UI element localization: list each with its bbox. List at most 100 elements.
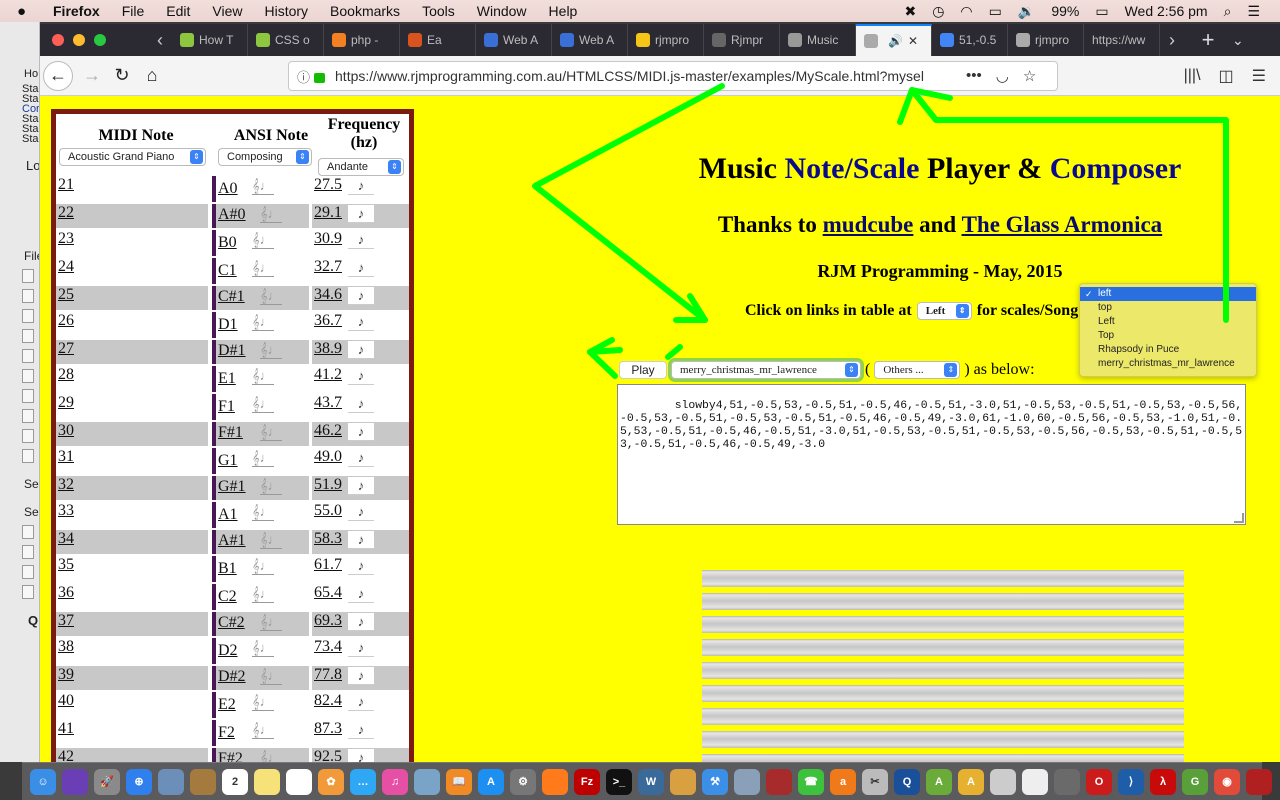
- frequency-link[interactable]: 29.1: [314, 204, 342, 221]
- firefox-icon[interactable]: [542, 768, 568, 795]
- ansi-note-link[interactable]: G1: [218, 452, 238, 469]
- treble-staff-icon[interactable]: 𝄞♩: [260, 669, 282, 685]
- play-note-icon[interactable]: ♪: [348, 287, 374, 305]
- browser-tab[interactable]: Ea: [400, 24, 476, 56]
- vscode-icon[interactable]: ⟩: [1118, 768, 1144, 795]
- coteditor-icon[interactable]: W: [638, 768, 664, 795]
- play-note-icon[interactable]: ♪: [348, 367, 374, 385]
- treble-staff-icon[interactable]: 𝄞♩: [260, 343, 282, 359]
- library-icon[interactable]: |||\: [1184, 67, 1201, 85]
- avast-icon[interactable]: a: [830, 768, 856, 795]
- ansi-note-link[interactable]: D#2: [218, 668, 246, 685]
- gimp-helper-icon[interactable]: [990, 768, 1016, 795]
- browser-tab[interactable]: php -: [324, 24, 400, 56]
- play-note-icon[interactable]: ♪: [348, 557, 374, 575]
- frequency-link[interactable]: 36.7: [314, 312, 342, 329]
- treble-staff-icon[interactable]: 𝄞♩: [260, 207, 282, 223]
- ansi-note-link[interactable]: D2: [218, 642, 238, 659]
- libreoffice-icon[interactable]: [1022, 768, 1048, 795]
- page-actions-menu-icon[interactable]: •••: [966, 67, 982, 85]
- midi-note-link[interactable]: 35: [58, 556, 74, 573]
- play-note-icon[interactable]: ♪: [348, 449, 374, 467]
- treble-staff-icon[interactable]: 𝄞♩: [252, 695, 274, 711]
- frequency-link[interactable]: 69.3: [314, 612, 342, 629]
- play-note-icon[interactable]: ♪: [348, 395, 374, 413]
- bg-checkbox[interactable]: [22, 545, 34, 559]
- itunes-icon[interactable]: ♫: [382, 768, 408, 795]
- midi-note-link[interactable]: 36: [58, 584, 74, 601]
- treble-staff-icon[interactable]: 𝄞♩: [252, 587, 274, 603]
- menu-window[interactable]: Window: [477, 3, 527, 19]
- play-note-icon[interactable]: ♪: [348, 639, 374, 657]
- play-note-icon[interactable]: ♪: [348, 341, 374, 359]
- tab-active[interactable]: 🔊 ✕: [856, 24, 932, 56]
- play-note-icon[interactable]: ♪: [348, 721, 374, 739]
- ansi-note-link[interactable]: F2: [218, 724, 235, 741]
- browser-tab[interactable]: rjmpro: [628, 24, 704, 56]
- ansi-note-link[interactable]: B1: [218, 560, 237, 577]
- play-note-icon[interactable]: ♪: [348, 313, 374, 331]
- bg-checkbox[interactable]: [22, 585, 34, 599]
- time-machine-icon[interactable]: ◷: [932, 3, 944, 20]
- xcode-icon[interactable]: ⚒: [702, 768, 728, 795]
- treble-staff-icon[interactable]: 𝄞♩: [260, 425, 282, 441]
- treble-staff-icon[interactable]: 𝄞♩: [252, 451, 274, 467]
- frequency-link[interactable]: 61.7: [314, 556, 342, 573]
- midi-note-link[interactable]: 31: [58, 448, 74, 465]
- frequency-link[interactable]: 27.5: [314, 176, 342, 193]
- bg-checkbox[interactable]: [22, 369, 34, 383]
- filemerge-icon[interactable]: [1246, 768, 1272, 795]
- play-note-icon[interactable]: ♪: [348, 259, 374, 277]
- close-window-button[interactable]: [52, 34, 64, 46]
- hamburger-menu-icon[interactable]: ☰: [1252, 66, 1266, 86]
- app-store-icon[interactable]: A: [478, 768, 504, 795]
- facetime-icon[interactable]: ☎: [798, 768, 824, 795]
- bg-checkbox[interactable]: [22, 525, 34, 539]
- screenshot-icon[interactable]: ✂: [862, 768, 888, 795]
- bg-checkbox[interactable]: [22, 409, 34, 423]
- sidebar-icon[interactable]: ◫: [1219, 66, 1234, 86]
- browser-tab[interactable]: Web A: [476, 24, 552, 56]
- treble-staff-icon[interactable]: 𝄞♩: [260, 615, 282, 631]
- ansi-note-link[interactable]: A0: [218, 180, 238, 197]
- bg-checkbox[interactable]: [22, 289, 34, 303]
- glass-armonica-link[interactable]: The Glass Armonica: [962, 212, 1163, 237]
- menu-file[interactable]: File: [122, 3, 145, 19]
- ansi-note-link[interactable]: C#1: [218, 288, 245, 305]
- treble-staff-icon[interactable]: 𝄞♩: [260, 751, 282, 763]
- frequency-link[interactable]: 51.9: [314, 476, 342, 493]
- midi-note-link[interactable]: 28: [58, 366, 74, 383]
- tempo-select[interactable]: Andante ⇕: [318, 158, 404, 176]
- song-textarea[interactable]: slowby4,51,-0.5,53,-0.5,51,-0.5,46,-0.5,…: [617, 384, 1246, 525]
- midi-note-link[interactable]: 41: [58, 720, 74, 737]
- midi-note-link[interactable]: 29: [58, 394, 74, 411]
- android-studio-2-icon[interactable]: A: [958, 768, 984, 795]
- back-button[interactable]: ←: [43, 60, 73, 91]
- frequency-link[interactable]: 58.3: [314, 530, 342, 547]
- airplay-icon[interactable]: ▭: [989, 3, 1002, 20]
- bg-checkbox[interactable]: [22, 329, 34, 343]
- frequency-link[interactable]: 73.4: [314, 638, 342, 655]
- frequency-link[interactable]: 77.8: [314, 666, 342, 683]
- quicktime-icon[interactable]: Q: [894, 768, 920, 795]
- ansi-note-link[interactable]: E2: [218, 696, 236, 713]
- play-note-icon[interactable]: ♪: [348, 423, 374, 441]
- browser-tab[interactable]: rjmpro: [1008, 24, 1084, 56]
- midi-note-link[interactable]: 39: [58, 666, 74, 683]
- dropdown-option[interactable]: Left: [1080, 315, 1256, 329]
- ansi-note-link[interactable]: A#0: [218, 206, 246, 223]
- frequency-link[interactable]: 87.3: [314, 720, 342, 737]
- treble-staff-icon[interactable]: 𝄞♩: [252, 723, 274, 739]
- bg-checkbox[interactable]: [22, 269, 34, 283]
- treble-staff-icon[interactable]: 𝄞♩: [260, 533, 282, 549]
- play-note-icon[interactable]: ♪: [348, 585, 374, 603]
- midi-note-link[interactable]: 33: [58, 502, 74, 519]
- menu-edit[interactable]: Edit: [166, 3, 190, 19]
- ansi-note-link[interactable]: G#1: [218, 478, 246, 495]
- tab-scroll-left-icon[interactable]: ‹: [148, 30, 172, 51]
- frequency-link[interactable]: 55.0: [314, 502, 342, 519]
- others-select[interactable]: Others ... ⇕: [874, 361, 961, 379]
- bg-checkbox[interactable]: [22, 389, 34, 403]
- ansi-note-link[interactable]: F#2: [218, 750, 243, 762]
- midi-note-link[interactable]: 32: [58, 476, 74, 493]
